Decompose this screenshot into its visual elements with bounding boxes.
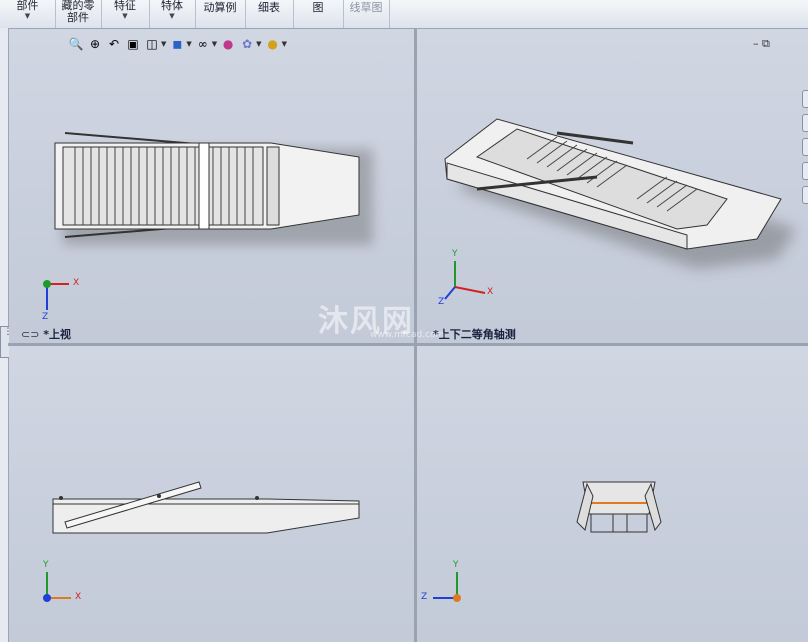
chevron-down-icon[interactable]: ▼ — [282, 40, 287, 48]
viewport-label: *上下二等角轴测 — [433, 328, 516, 341]
task-pane-tabs — [802, 90, 808, 210]
chevron-down-icon[interactable]: ▼ — [161, 40, 166, 48]
restore-icon[interactable]: ⧉ — [762, 37, 770, 50]
axis-x-label: X — [73, 278, 80, 288]
axis-x-label: X — [487, 287, 494, 297]
toolbar-button-hidden-components[interactable]: 藏的零 部件 — [55, 0, 102, 28]
task-pane-tab[interactable] — [802, 186, 808, 204]
axis-triad: Y X Z — [437, 249, 507, 312]
axis-z-label: Z — [421, 592, 428, 602]
task-pane-tab[interactable] — [802, 114, 808, 132]
watermark-url: www.mfcad.com — [370, 330, 445, 340]
command-manager-toolbar: 部件 ▼ 藏的零 部件 特征 ▼ 特体 ▼ 动算例 细表 图 线草图 — [0, 0, 808, 29]
task-pane-tab[interactable] — [802, 162, 808, 180]
axis-y-label: Y — [452, 249, 458, 259]
toolbar-button-wireframe-sketch[interactable]: 线草图 — [343, 0, 390, 28]
minimize-icon[interactable]: – — [753, 37, 759, 50]
toolbar-label: 特体 — [161, 0, 183, 12]
zoom-to-fit-icon[interactable]: 🔍 — [68, 36, 84, 52]
toolbar-label: 线草图 — [349, 1, 383, 14]
view-orientation-icon[interactable]: ◫ — [144, 36, 160, 52]
edit-appearance-icon[interactable]: ● — [220, 36, 236, 52]
toolbar-button-drawing[interactable]: 图 — [293, 0, 344, 28]
zoom-area-icon[interactable]: ⊕ — [87, 36, 103, 52]
chevron-down-icon: ▼ — [122, 12, 128, 20]
view-name: *上视 — [43, 328, 72, 341]
toolbar-label: 图 — [312, 1, 324, 14]
viewport-top-right[interactable]: Y X Z *上下二等角轴测 – ⧉ — [417, 29, 808, 343]
chevron-down-icon[interactable]: ▼ — [212, 40, 217, 48]
axis-z-label: Z — [42, 312, 49, 322]
hide-show-icon[interactable]: ∞ — [195, 36, 211, 52]
axis-y-label: Y — [453, 560, 459, 570]
toolbar-label: 细表 — [258, 1, 280, 14]
toolbar-button-features[interactable]: 特征 ▼ — [101, 0, 150, 28]
toolbar-label: 动算例 — [203, 1, 237, 14]
axis-x-label: X — [75, 592, 82, 602]
apply-scene-icon[interactable]: ✿ — [239, 36, 255, 52]
toolbar-label-line2: 部件 — [67, 11, 89, 24]
axis-y-label: Y — [43, 560, 49, 570]
heads-up-view-toolbar: 🔍 ⊕ ↶ ▣ ◫ ▼ ◼ ▼ ∞ ▼ ● ✿ ▼ ● ▼ — [68, 34, 287, 54]
axis-triad: Y Z — [421, 560, 481, 613]
section-view-icon[interactable]: ▣ — [125, 36, 141, 52]
toolbar-label: 特征 — [114, 0, 136, 12]
chevron-down-icon: ▼ — [24, 12, 31, 20]
previous-view-icon[interactable]: ↶ — [106, 36, 122, 52]
task-pane-tab[interactable] — [802, 90, 808, 108]
link-icon: ⊂⊃ — [21, 328, 40, 341]
chevron-down-icon[interactable]: ▼ — [186, 40, 191, 48]
viewport-splitter-horizontal[interactable] — [8, 343, 808, 346]
toolbar-button-bill-of-materials[interactable]: 细表 — [245, 0, 294, 28]
viewport-bottom-left[interactable]: Y X — [9, 346, 414, 642]
task-pane-tab[interactable] — [802, 138, 808, 156]
chevron-down-icon: ▼ — [169, 12, 175, 20]
view-settings-icon[interactable]: ● — [265, 36, 281, 52]
toolbar-button-motion-study[interactable]: 动算例 — [195, 0, 246, 28]
toolbar-button-parts[interactable]: 部件 ▼ — [0, 0, 56, 28]
viewport-bottom-right[interactable]: Y Z — [417, 346, 808, 642]
viewport-window-controls[interactable]: – ⧉ — [753, 37, 770, 51]
viewport-label: ⊂⊃ *上视 — [21, 326, 71, 342]
axis-triad: X Z — [39, 274, 99, 327]
chevron-down-icon[interactable]: ▼ — [256, 40, 261, 48]
toolbar-label: 部件 — [16, 0, 39, 12]
axis-z-label: Z — [438, 297, 445, 307]
display-style-icon[interactable]: ◼ — [169, 36, 185, 52]
axis-triad: Y X — [39, 560, 99, 613]
toolbar-button-bodies[interactable]: 特体 ▼ — [149, 0, 196, 28]
